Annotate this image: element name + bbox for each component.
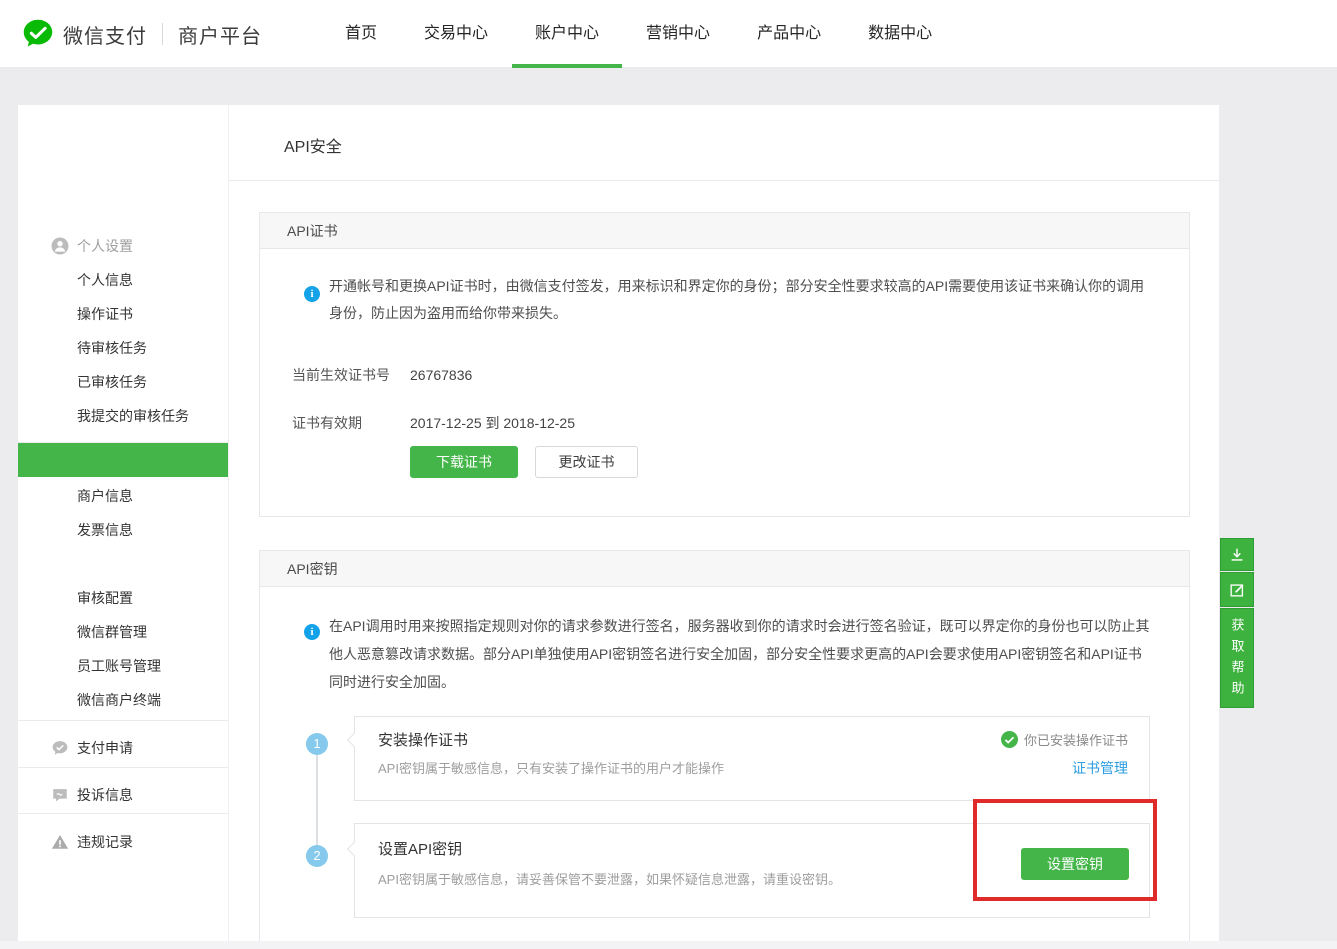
user-icon [51, 237, 69, 255]
sidebar-item-reviewed-tasks[interactable]: 已审核任务 [18, 371, 228, 393]
step-connector-line [316, 755, 318, 847]
brand-product-name: 微信支付 [63, 20, 147, 49]
current-cert-number-label: 当前生效证书号 [292, 365, 410, 385]
step-1-number: 1 [306, 733, 328, 755]
sidebar-divider [18, 720, 228, 721]
nav-item-product-center[interactable]: 产品中心 [757, 0, 821, 68]
sidebar-item-api-security[interactable]: API安全 [18, 553, 228, 575]
change-cert-button[interactable]: 更改证书 [535, 446, 638, 478]
step-2-description: API密钥属于敏感信息，请妥善保管不要泄露，如果怀疑信息泄露，请重设密钥。 [378, 869, 841, 888]
top-header: 微信支付 商户平台 首页 交易中心 账户中心 营销中心 产品中心 数据中心 [0, 0, 1337, 68]
cert-validity-row: 证书有效期2017-12-25 到 2018-12-25 [292, 413, 575, 433]
sidebar-item-payment-application[interactable]: 支付申请 [18, 737, 228, 759]
get-help-button[interactable]: 获取帮助 [1220, 608, 1254, 708]
brand-logo[interactable]: 微信支付 商户平台 [22, 0, 262, 68]
api-certificate-card-title: API证书 [260, 213, 1189, 249]
sidebar-item-complaint-info[interactable]: 投诉信息 [18, 784, 228, 806]
sidebar-item-staff-account-mgmt[interactable]: 员工账号管理 [18, 655, 228, 677]
api-key-info-text: 在API调用时用来按照指定规则对你的请求参数进行签名，服务器收到你的请求时会进行… [329, 612, 1154, 696]
nav-item-transaction-center[interactable]: 交易中心 [424, 0, 488, 68]
download-help-button[interactable] [1220, 538, 1254, 571]
step-1-title: 安装操作证书 [378, 729, 468, 750]
brand-portal-name: 商户平台 [178, 20, 262, 49]
sidebar-item-merchant-info[interactable]: 商户信息 [18, 485, 228, 507]
nav-item-account-center[interactable]: 账户中心 [535, 0, 599, 68]
sidebar-item-personal-info[interactable]: 个人信息 [18, 269, 228, 291]
sidebar-section-personal-settings: 个人设置 [18, 235, 228, 257]
sidebar-item-violation-records[interactable]: 违规记录 [18, 831, 228, 853]
step-1-description: API密钥属于敏感信息，只有安装了操作证书的用户才能操作 [378, 758, 724, 777]
download-cert-button[interactable]: 下载证书 [410, 446, 518, 478]
feedback-edit-button[interactable] [1220, 572, 1254, 607]
sidebar-item-wechat-group-mgmt[interactable]: 微信群管理 [18, 621, 228, 643]
sidebar-active-highlight [18, 443, 228, 477]
api-key-card-title: API密钥 [260, 551, 1189, 587]
download-icon [1228, 546, 1246, 564]
page-title: API安全 [284, 133, 342, 157]
api-certificate-card: API证书 i 开通帐号和更换API证书时，由微信支付签发，用来标识和界定你的身… [259, 212, 1190, 517]
warning-triangle-icon [51, 833, 69, 851]
step-2-number: 2 [306, 845, 328, 867]
sidebar-item-operation-cert[interactable]: 操作证书 [18, 303, 228, 325]
wechat-pay-merchant-platform: 微信支付 商户平台 首页 交易中心 账户中心 营销中心 产品中心 数据中心 个人… [0, 0, 1337, 949]
cert-management-link[interactable]: 证书管理 [1072, 758, 1128, 778]
cert-validity-label: 证书有效期 [292, 413, 410, 433]
annotation-highlight-rectangle [973, 799, 1157, 901]
step-1-status: 你已安装操作证书 [1001, 730, 1128, 749]
sidebar-divider [18, 767, 228, 768]
step-2-title: 设置API密钥 [378, 838, 462, 859]
cert-validity-value: 2017-12-25 到 2018-12-25 [410, 415, 575, 431]
step-notch [347, 842, 361, 856]
title-divider [229, 180, 1219, 181]
sidebar-section-label: 个人设置 [77, 235, 133, 257]
main-nav: 首页 交易中心 账户中心 营销中心 产品中心 数据中心 [345, 0, 932, 68]
sidebar-item-invoice-info[interactable]: 发票信息 [18, 519, 228, 541]
nav-item-home[interactable]: 首页 [345, 0, 377, 68]
sidebar-item-wechat-merchant-terminal[interactable]: 微信商户终端 [18, 689, 228, 711]
step-1-status-text: 你已安装操作证书 [1024, 730, 1128, 749]
check-circle-icon [1001, 731, 1018, 748]
sidebar-item-my-submitted-tasks[interactable]: 我提交的审核任务 [18, 405, 228, 427]
info-icon: i [304, 286, 320, 302]
step-1-install-cert-panel: 安装操作证书 API密钥属于敏感信息，只有安装了操作证书的用户才能操作 你已安装… [354, 716, 1150, 801]
nav-item-marketing-center[interactable]: 营销中心 [646, 0, 710, 68]
sidebar-item-pending-review-tasks[interactable]: 待审核任务 [18, 337, 228, 359]
nav-item-data-center[interactable]: 数据中心 [868, 0, 932, 68]
info-icon: i [304, 624, 320, 640]
api-certificate-info-text: 开通帐号和更换API证书时，由微信支付签发，用来标识和界定你的身份；部分安全性要… [329, 273, 1154, 327]
step-notch [347, 733, 361, 747]
get-help-label: 获取帮助 [1228, 614, 1247, 702]
wechat-pay-logo-icon [22, 18, 54, 50]
bottom-strip [0, 941, 1337, 949]
brand-separator [162, 23, 163, 45]
sidebar-divider [18, 813, 228, 814]
current-cert-number-row: 当前生效证书号26767836 [292, 365, 472, 385]
sidebar-item-review-config[interactable]: 审核配置 [18, 587, 228, 609]
chat-check-icon [51, 739, 69, 757]
current-cert-number-value: 26767836 [410, 367, 472, 383]
sidebar: 个人设置 个人信息 操作证书 待审核任务 已审核任务 我提交的审核任务 账户设置… [18, 105, 228, 941]
edit-icon [1228, 581, 1246, 599]
chat-bubble-icon [51, 786, 69, 804]
